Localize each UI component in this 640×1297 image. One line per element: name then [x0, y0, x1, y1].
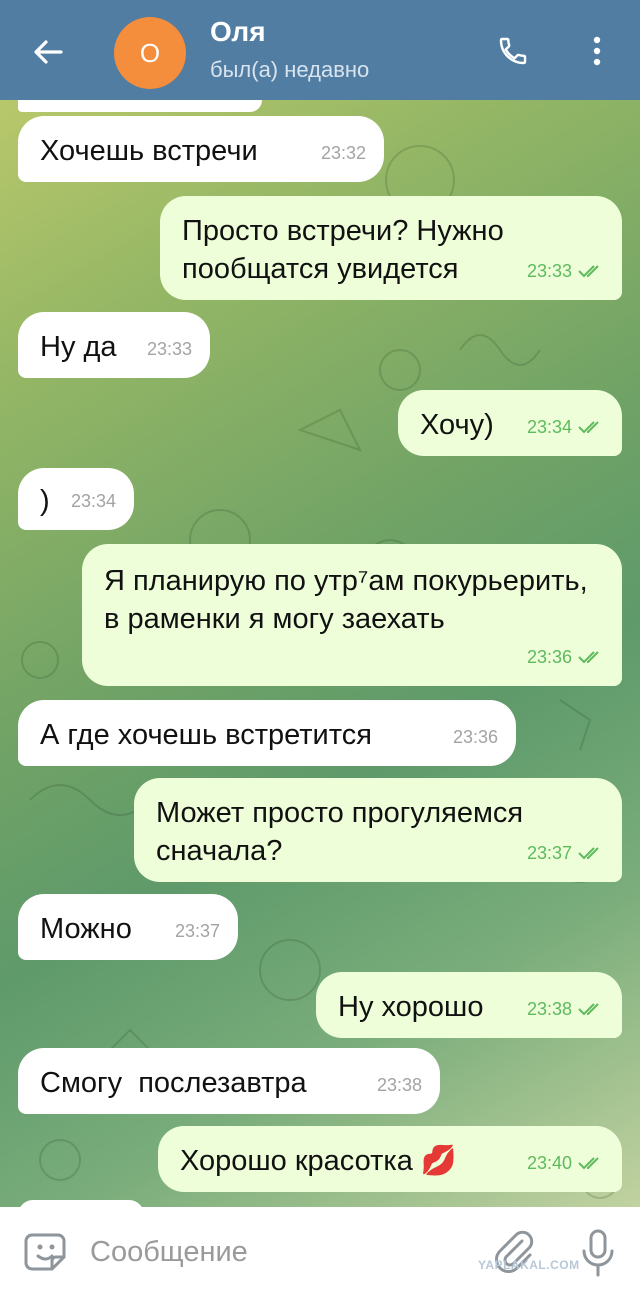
message-meta: 23:32 [321, 134, 366, 172]
double-check-icon [578, 1003, 599, 1016]
message-input[interactable] [90, 1229, 450, 1275]
contact-status: был(а) недавно [210, 57, 370, 82]
chat-header: О Оля был(а) недавно [0, 0, 640, 100]
message-meta: 23:38 [377, 1066, 422, 1104]
contact-avatar[interactable]: О [114, 17, 186, 89]
message-time: 23:36 [452, 727, 498, 747]
message-meta: 23:36 [527, 638, 604, 676]
message-text: Просто встречи? Нужно пообщатся увидется [182, 215, 504, 285]
message-list[interactable]: Хочешь встречи 23:32 Просто встречи? Нуж… [0, 100, 640, 1207]
avatar-letter: О [139, 37, 161, 68]
message-meta: 23:34 [527, 408, 604, 446]
message-meta: 23:37 [527, 834, 604, 872]
double-check-icon [578, 847, 599, 860]
message-time: 23:37 [174, 921, 220, 941]
message-time: 23:38 [376, 1075, 422, 1095]
incoming-message[interactable]: ) 23:34 [18, 468, 134, 530]
outgoing-message[interactable]: Хочу) 23:34 [398, 390, 622, 456]
emoji-button[interactable] [24, 1229, 70, 1275]
message-bubble-partial [18, 100, 262, 112]
message-time: 23:40 [526, 1153, 572, 1173]
message-meta: 23:33 [527, 252, 604, 290]
message-meta: 23:37 [175, 912, 220, 950]
call-button[interactable] [490, 28, 536, 74]
outgoing-message[interactable]: Хорошо красотка 💋 23:40 [158, 1126, 622, 1192]
double-check-icon [578, 421, 599, 434]
message-meta: 23:33 [147, 330, 192, 368]
double-check-icon [578, 265, 599, 278]
message-text: А где хочешь встретится [40, 719, 372, 751]
message-time: 23:34 [526, 417, 572, 437]
phone-icon [499, 37, 527, 65]
back-arrow-icon [34, 40, 63, 64]
message-meta: 23:36 [453, 718, 498, 756]
microphone-icon [582, 1229, 614, 1277]
message-composer [0, 1207, 640, 1297]
incoming-message[interactable]: Можно 23:37 [18, 894, 238, 960]
more-vertical-icon [593, 36, 601, 66]
message-bubble-partial [18, 1200, 144, 1207]
incoming-message[interactable]: Смогу послезавтра 23:38 [18, 1048, 440, 1114]
watermark: YAPLAKAL.COM [478, 1258, 580, 1272]
message-text: Смогу послезавтра [40, 1067, 307, 1099]
incoming-message[interactable]: Ну да 23:33 [18, 312, 210, 378]
incoming-message[interactable]: Хочешь встречи 23:32 [18, 116, 384, 182]
outgoing-message[interactable]: Ну хорошо 23:38 [316, 972, 622, 1038]
message-time: 23:38 [526, 999, 572, 1019]
message-time: 23:33 [526, 261, 572, 281]
message-meta: 23:38 [527, 990, 604, 1028]
message-text: Я планирую по утр⁷ам покурьерить, в раме… [104, 565, 588, 635]
message-time: 23:37 [526, 843, 572, 863]
double-check-icon [578, 1157, 599, 1170]
incoming-message[interactable]: А где хочешь встретится 23:36 [18, 700, 516, 766]
message-meta: 23:40 [527, 1144, 604, 1182]
sticker-emoji-icon [24, 1233, 66, 1271]
message-text: Хочешь встречи [40, 135, 258, 167]
message-time: 23:34 [70, 491, 116, 511]
back-button[interactable] [22, 26, 74, 78]
message-time: 23:32 [320, 143, 366, 163]
outgoing-message[interactable]: Может просто прогуляемся сначала? 23:37 [134, 778, 622, 882]
contact-name[interactable]: Оля [210, 16, 266, 48]
message-time: 23:33 [146, 339, 192, 359]
message-time: 23:36 [526, 647, 572, 667]
double-check-icon [578, 651, 599, 664]
more-options-button[interactable] [574, 28, 620, 74]
outgoing-message[interactable]: Просто встречи? Нужно пообщатся увидется… [160, 196, 622, 300]
message-meta: 23:34 [71, 482, 116, 520]
voice-message-button[interactable] [574, 1227, 622, 1279]
outgoing-message[interactable]: Я планирую по утр⁷ам покурьерить, в раме… [82, 544, 622, 686]
